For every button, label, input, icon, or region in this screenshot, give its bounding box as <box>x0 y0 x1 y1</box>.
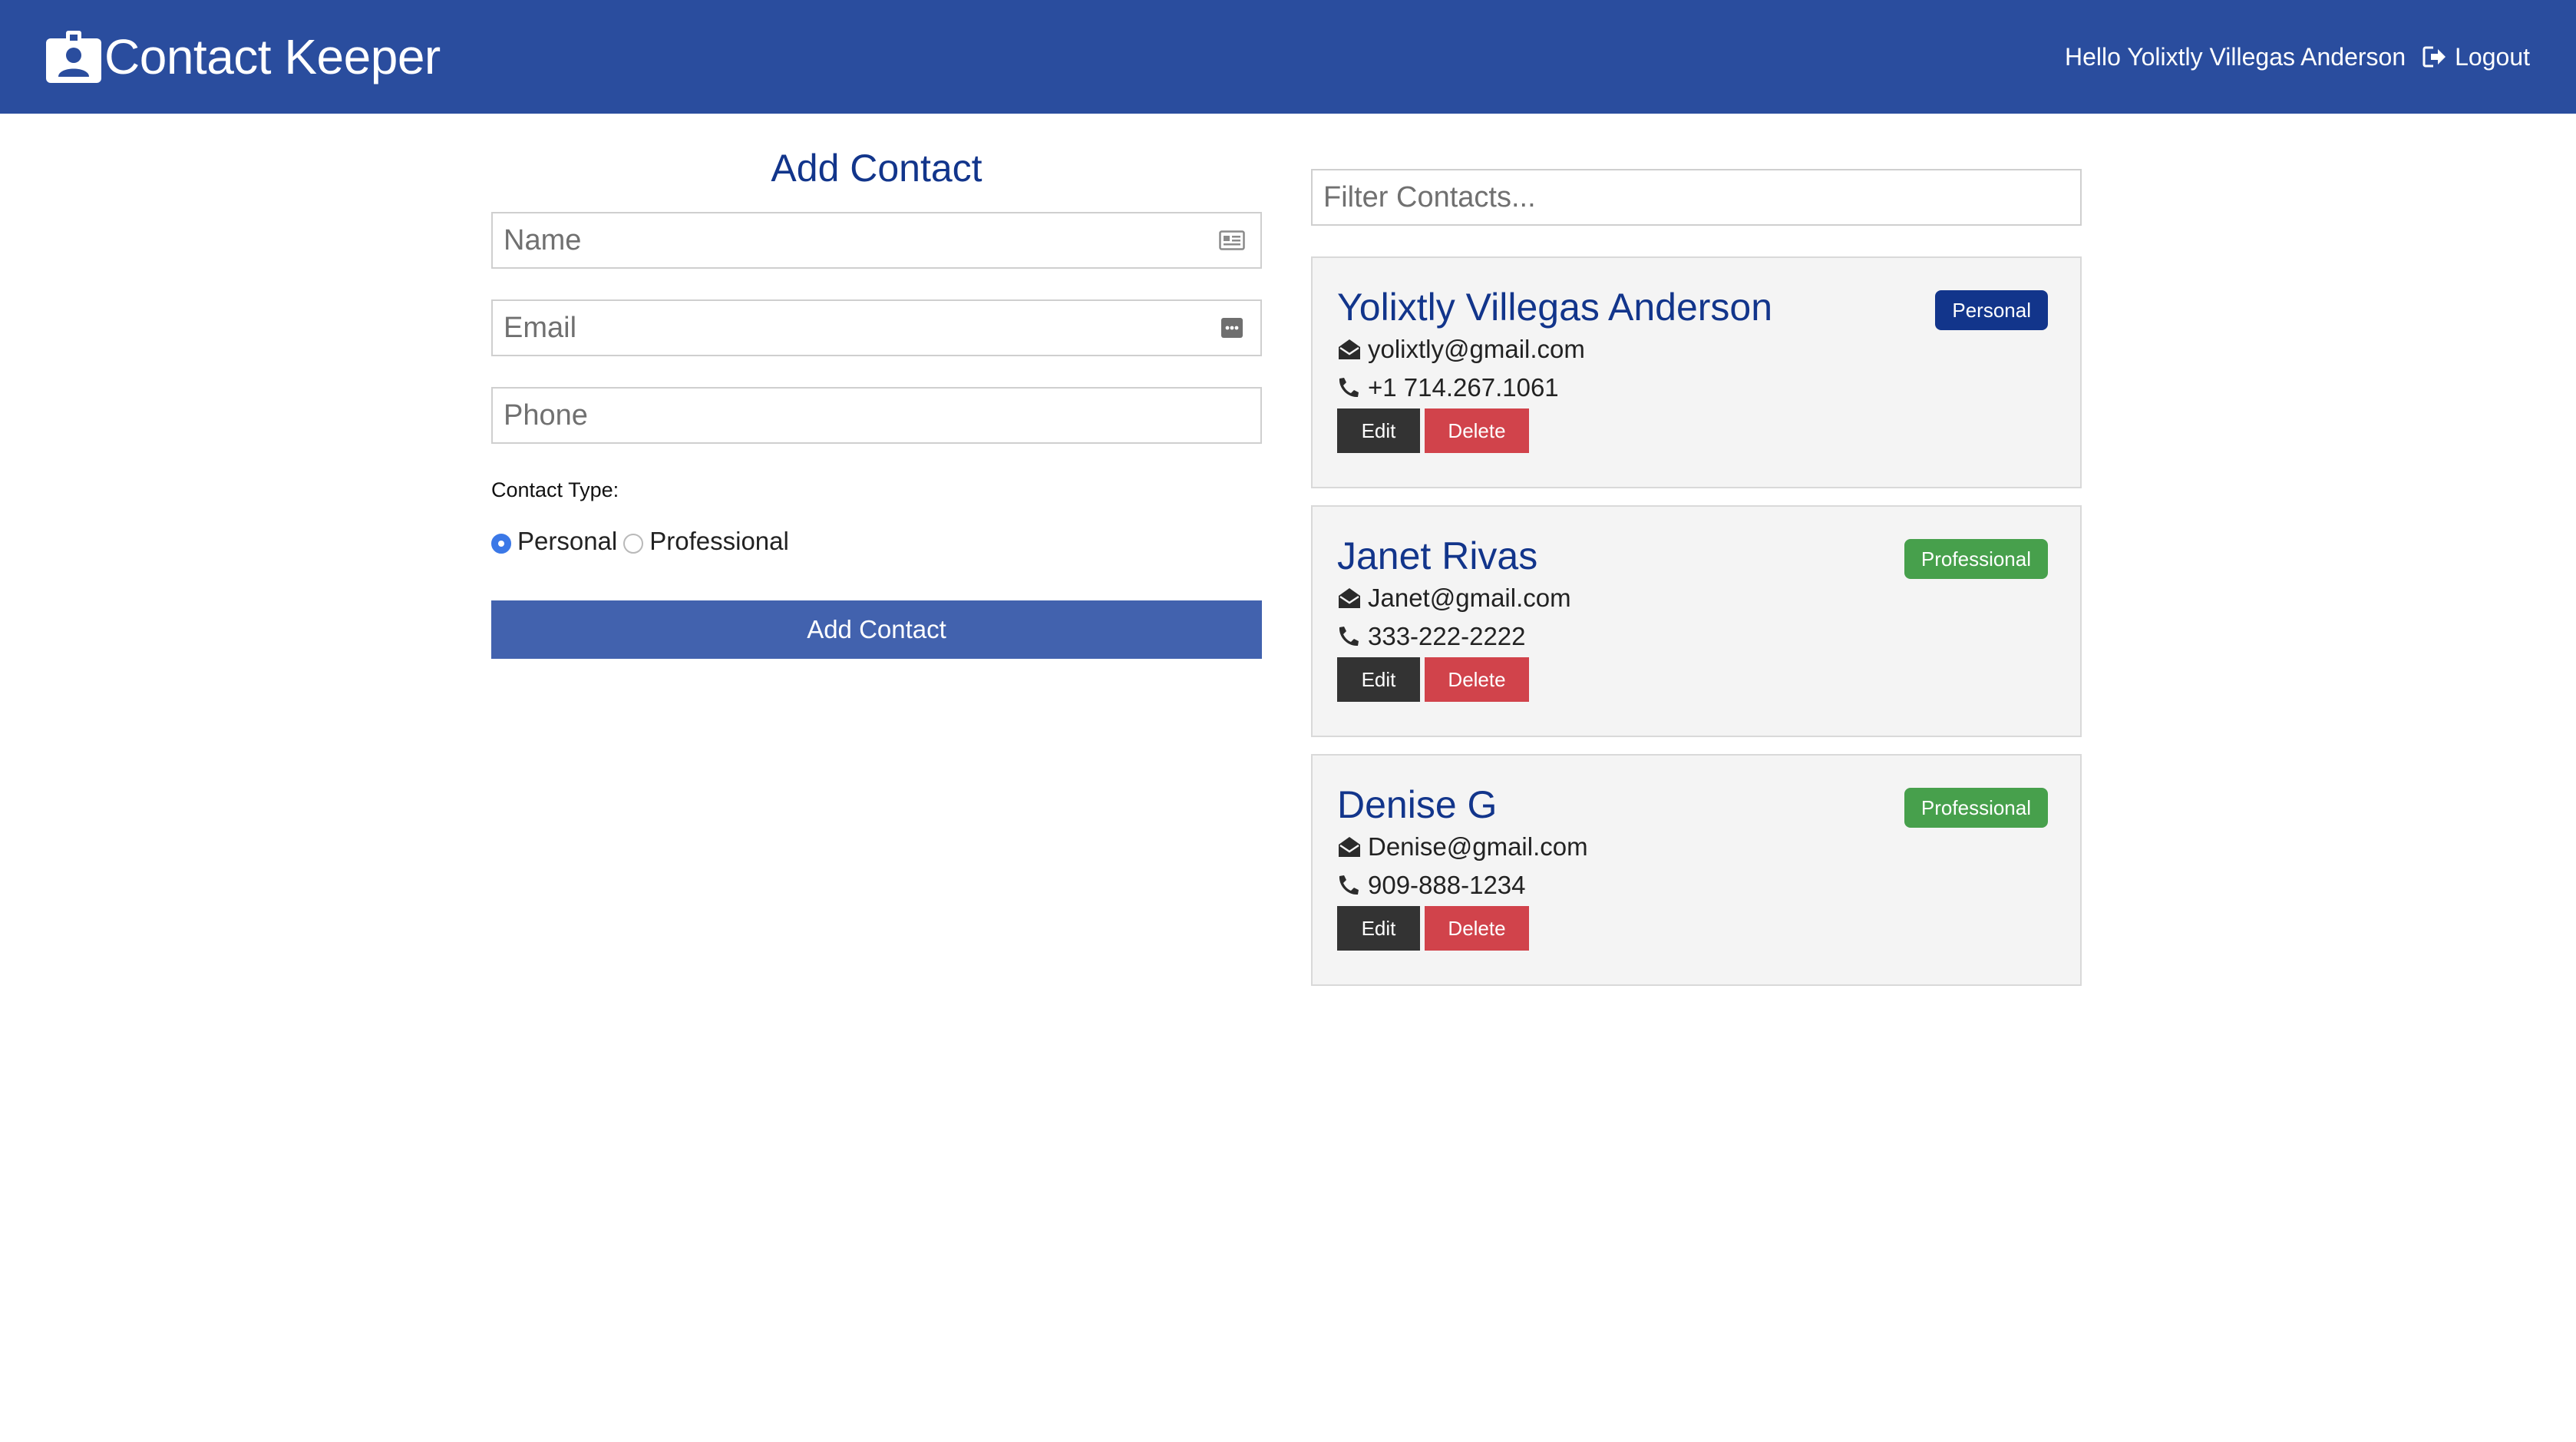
contacts-panel: Yolixtly Villegas Anderson Personal yoli… <box>1311 169 2082 1003</box>
sign-out-icon <box>2422 46 2446 68</box>
filter-contacts-input[interactable] <box>1313 170 2080 224</box>
phone-field-wrapper <box>491 387 1262 444</box>
contact-email: yolixtly@gmail.com <box>1368 335 1585 363</box>
id-badge-icon <box>46 31 101 83</box>
contact-phone-line: +1 714.267.1061 <box>1337 369 2056 407</box>
contact-phone: 333-222-2222 <box>1368 622 1526 650</box>
logout-label: Logout <box>2455 42 2530 71</box>
contact-actions: Edit Delete <box>1337 408 2056 453</box>
contact-phone: +1 714.267.1061 <box>1368 373 1559 402</box>
edit-button[interactable]: Edit <box>1337 906 1420 951</box>
contact-actions: Edit Delete <box>1337 906 2056 951</box>
contact-card: Janet Rivas Professional Janet@gmail.com… <box>1311 505 2082 737</box>
contact-phone: 909-888-1234 <box>1368 871 1526 899</box>
delete-button[interactable]: Delete <box>1425 657 1529 702</box>
user-greeting: Hello Yolixtly Villegas Anderson <box>2064 42 2406 71</box>
radio-professional[interactable] <box>623 534 644 554</box>
contact-email-line: Denise@gmail.com <box>1337 828 2056 866</box>
envelope-open-icon <box>1339 588 1360 608</box>
id-card-icon <box>1219 230 1245 250</box>
name-field-wrapper <box>491 212 1262 269</box>
delete-button[interactable]: Delete <box>1425 906 1529 951</box>
ellipsis-box-icon <box>1221 318 1243 338</box>
nav-right: Hello Yolixtly Villegas Anderson Logout <box>2065 43 2530 71</box>
edit-button[interactable]: Edit <box>1337 657 1420 702</box>
contact-phone-line: 909-888-1234 <box>1337 866 2056 905</box>
contact-type-badge: Professional <box>1904 539 2048 579</box>
radio-personal[interactable] <box>491 534 511 554</box>
contact-type-badge: Personal <box>1935 290 2048 330</box>
radio-professional-label[interactable]: Professional <box>649 527 789 556</box>
delete-button[interactable]: Delete <box>1425 408 1529 453</box>
contact-actions: Edit Delete <box>1337 657 2056 702</box>
contact-card: Yolixtly Villegas Anderson Personal yoli… <box>1311 256 2082 488</box>
phone-icon <box>1339 875 1359 895</box>
add-contact-form: Add Contact Contact Type: Personal Profe… <box>491 138 1262 659</box>
email-field-wrapper <box>491 299 1262 356</box>
form-title: Add Contact <box>771 147 983 190</box>
contact-type-options: Personal Professional <box>491 527 1262 556</box>
edit-button[interactable]: Edit <box>1337 408 1420 453</box>
name-input[interactable] <box>493 213 1260 267</box>
contact-email: Janet@gmail.com <box>1368 584 1571 612</box>
contact-phone-line: 333-222-2222 <box>1337 617 2056 656</box>
contact-email-line: Janet@gmail.com <box>1337 579 2056 617</box>
navbar: Contact Keeper Hello Yolixtly Villegas A… <box>0 0 2576 114</box>
logout-link[interactable]: Logout <box>2422 43 2530 71</box>
radio-personal-label[interactable]: Personal <box>517 527 617 556</box>
envelope-open-icon <box>1339 339 1360 359</box>
phone-input[interactable] <box>493 389 1260 442</box>
envelope-open-icon <box>1339 837 1360 857</box>
contact-email-line: yolixtly@gmail.com <box>1337 330 2056 369</box>
brand[interactable]: Contact Keeper <box>46 28 441 85</box>
contact-type-badge: Professional <box>1904 788 2048 828</box>
add-contact-button[interactable]: Add Contact <box>491 600 1262 659</box>
phone-icon <box>1339 627 1359 647</box>
contact-type-label: Contact Type: <box>491 478 619 501</box>
filter-field-wrapper <box>1311 169 2082 226</box>
phone-icon <box>1339 378 1359 398</box>
contact-email: Denise@gmail.com <box>1368 832 1588 861</box>
contact-card: Denise G Professional Denise@gmail.com 9… <box>1311 754 2082 986</box>
email-input[interactable] <box>493 301 1260 355</box>
app-title: Contact Keeper <box>104 29 441 84</box>
